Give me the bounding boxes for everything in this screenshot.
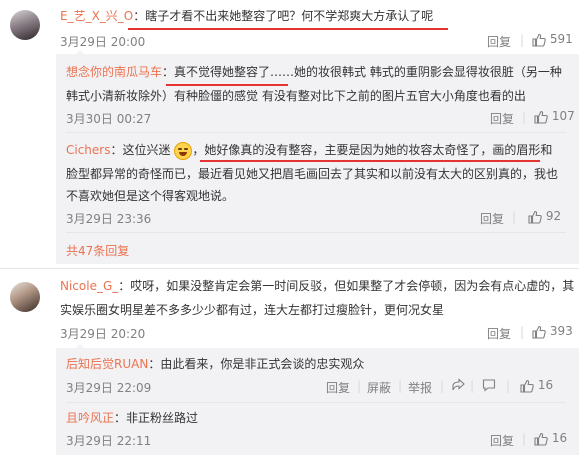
reply-button[interactable]: 回复 [490, 432, 514, 449]
like-count: 92 [545, 209, 562, 223]
like-count: 393 [549, 324, 573, 338]
comment-icon [482, 379, 496, 392]
comment-divider [0, 268, 579, 269]
divider-bar: | [470, 379, 475, 393]
reply-time: 3月29日 23:36 [66, 212, 152, 226]
divider-bar: | [520, 325, 525, 339]
reply-text: ：非正粉丝路过 [114, 411, 199, 425]
laughing-emoji-icon [174, 141, 193, 160]
divider-bar: | [506, 379, 511, 393]
panel-caret [75, 344, 85, 349]
reply-button[interactable]: 回复 [487, 325, 511, 342]
like-button[interactable]: 16 [520, 378, 553, 393]
row-divider [66, 132, 566, 133]
reply-button[interactable]: 回复 [487, 33, 511, 50]
comment-time: 3月29日 20:20 [60, 327, 146, 341]
reply-username[interactable]: 想念你的南瓜马车 [66, 65, 162, 79]
like-button[interactable]: 16 [534, 431, 567, 446]
like-count: 16 [537, 378, 554, 392]
like-button[interactable]: 92 [528, 209, 561, 224]
comment-username[interactable]: E_艺_X_兴_O [60, 9, 133, 23]
divider-bar: | [512, 210, 517, 224]
reply-time: 3月29日 22:09 [66, 381, 152, 395]
reply-text: ：由此看来，你是非正式会谈的忠实观众 [148, 357, 365, 371]
reply-username[interactable]: 且吟风正 [66, 411, 114, 425]
reply-username[interactable]: 后知后觉RUAN [66, 357, 148, 371]
divider-bar: | [522, 432, 527, 446]
comment-username[interactable]: Nicole_G_ [60, 279, 118, 293]
row-divider [66, 232, 566, 233]
divider-bar: | [398, 379, 403, 393]
forward-icon [452, 378, 465, 391]
highlight-underline [128, 28, 448, 30]
comment-text: 实娱乐圈女明星差不多多少少都有过，连大左都打过瘦脸针，更何况女星 [60, 303, 445, 317]
reply-text: ，她好像真的没有整容，主要是因为她的妆容太奇怪了，画的眉形和 [192, 143, 553, 157]
like-count: 591 [549, 32, 573, 46]
thumb-up-icon [528, 210, 542, 224]
more-replies-link[interactable]: 共47条回复 [66, 242, 129, 259]
like-count: 16 [551, 431, 568, 445]
thumb-up-icon [532, 325, 546, 339]
comment-time: 3月29日 20:00 [60, 35, 146, 49]
like-button[interactable]: 591 [532, 32, 573, 47]
thumb-up-icon [534, 110, 548, 124]
avatar[interactable] [10, 282, 40, 312]
comment-button[interactable] [482, 378, 496, 395]
like-count: 107 [551, 109, 575, 123]
reply-text: 不喜欢她但是这个得客观地说。 [66, 189, 235, 203]
block-button[interactable]: 屏蔽 [367, 379, 391, 396]
highlight-underline [200, 160, 540, 162]
thumb-up-icon [532, 33, 546, 47]
row-divider [66, 402, 566, 403]
reply-text: 韩式小清新妆除外）有种脸僵的感觉 有没有整对比下之前的图片五官大小角度也看的出 [66, 89, 526, 103]
divider-bar: | [357, 379, 362, 393]
avatar[interactable] [10, 10, 40, 40]
report-button[interactable]: 举报 [408, 379, 432, 396]
panel-caret [75, 50, 85, 55]
reply-time: 3月29日 22:11 [66, 434, 152, 448]
like-button[interactable]: 393 [532, 324, 573, 339]
thumb-up-icon [520, 379, 534, 393]
forward-button[interactable] [451, 378, 465, 395]
comment-text: 瞎子才看不出来她整容了吧？何不学郑爽大方承认了呢 [145, 9, 434, 23]
divider-bar: | [522, 110, 527, 124]
reply-username[interactable]: Cichers [66, 143, 110, 157]
divider-bar: | [520, 33, 525, 47]
thumb-up-icon [534, 432, 548, 446]
reply-text: ：真不觉得她整容了……她的妆很韩式 韩式的重阴影会显得妆很脏（另一种 [162, 65, 562, 79]
divider-bar: | [440, 379, 445, 393]
reply-button[interactable]: 回复 [480, 210, 504, 227]
reply-button[interactable]: 回复 [490, 110, 514, 127]
reply-button[interactable]: 回复 [326, 379, 350, 396]
like-button[interactable]: 107 [534, 109, 575, 124]
reply-text: 脸型都异常的奇怪而已，最近看见她又把眉毛画回去了其实和以前没有太大的区别真的，我… [66, 167, 559, 181]
reply-time: 3月30日 00:27 [66, 112, 152, 126]
comment-text: 哎呀，如果没整肯定会第一时间反驳，但如果整了才会停顿，因为会有点心虚的，其 [130, 279, 575, 293]
